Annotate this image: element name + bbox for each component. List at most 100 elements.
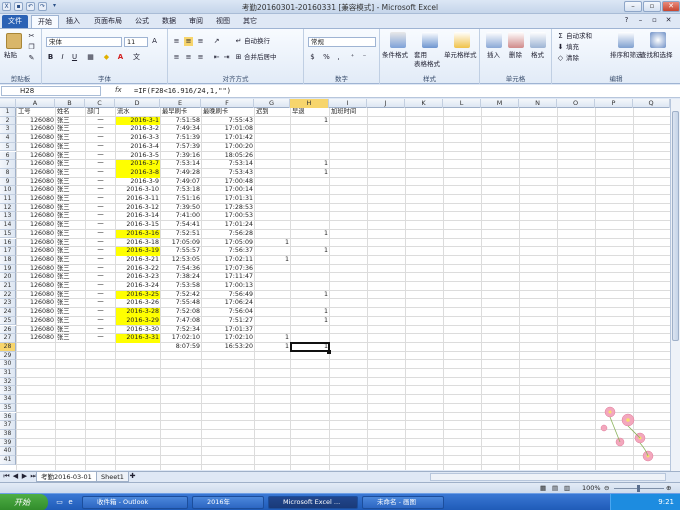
cell-e20[interactable]: 7:38:24 <box>161 273 201 282</box>
cell-b12[interactable]: 张三 <box>56 204 85 213</box>
wrap-text-icon[interactable]: ↵ <box>234 37 243 46</box>
cell-h16[interactable] <box>291 239 329 248</box>
cell-b5[interactable]: 张三 <box>56 143 85 152</box>
delete-cells-icon[interactable] <box>508 32 524 48</box>
cell-b17[interactable]: 张三 <box>56 247 85 256</box>
cell-b26[interactable]: 张三 <box>56 326 85 335</box>
vertical-scrollbar[interactable] <box>670 99 680 471</box>
cell-a16[interactable]: 126080 <box>17 239 55 248</box>
cell-f3[interactable]: 17:01:08 <box>202 125 254 134</box>
fill-handle[interactable] <box>327 349 331 354</box>
cell-a4[interactable]: 126080 <box>17 134 55 143</box>
cell-g27[interactable]: 1 <box>255 334 290 343</box>
first-sheet-icon[interactable]: ⏮ <box>2 472 11 481</box>
cell-d7[interactable]: 2016-3-7 <box>116 160 160 169</box>
cell-c27[interactable]: 一 <box>86 334 115 343</box>
cell-h17[interactable]: 1 <box>291 247 329 256</box>
new-sheet-icon[interactable]: ✚ <box>128 472 137 481</box>
font-name-field[interactable]: 宋体 <box>46 37 122 47</box>
clear-icon[interactable]: ◇ <box>556 54 565 63</box>
row-header[interactable]: 6 <box>0 151 16 161</box>
cell-g15[interactable] <box>255 230 290 239</box>
cell-d20[interactable]: 2016-3-23 <box>116 273 160 282</box>
cell-b4[interactable]: 张三 <box>56 134 85 143</box>
cell-b13[interactable]: 张三 <box>56 212 85 221</box>
insert-cells-icon[interactable] <box>486 32 502 48</box>
currency-icon[interactable]: $ <box>308 53 317 62</box>
cell-c19[interactable]: 一 <box>86 265 115 274</box>
cell-h10[interactable] <box>291 186 329 195</box>
row-header[interactable]: 36 <box>0 412 16 422</box>
row-header[interactable]: 27 <box>0 334 16 343</box>
cell-g24[interactable] <box>255 308 290 317</box>
percent-button[interactable]: % <box>322 53 331 62</box>
row-header[interactable]: 23 <box>0 299 16 309</box>
cell-f23[interactable]: 17:06:24 <box>202 299 254 308</box>
row-header[interactable]: 15 <box>0 229 16 239</box>
row-header[interactable]: 12 <box>0 203 16 213</box>
sheet-tab-attendance[interactable]: 考勤2016-03-01 <box>36 472 97 482</box>
cell-d12[interactable]: 2016-3-12 <box>116 204 160 213</box>
cell-a23[interactable]: 126080 <box>17 299 55 308</box>
tab-data[interactable]: 数据 <box>157 15 181 28</box>
cell-c26[interactable]: 一 <box>86 326 115 335</box>
cell-d10[interactable]: 2016-3-10 <box>116 186 160 195</box>
cell-d15[interactable]: 2016-3-16 <box>116 229 160 239</box>
cell-f15[interactable]: 7:56:28 <box>202 230 254 239</box>
cell-h26[interactable] <box>291 326 329 335</box>
tab-page-layout[interactable]: 页面布局 <box>88 15 128 28</box>
row-header[interactable]: 30 <box>0 360 16 369</box>
cell-e23[interactable]: 7:55:48 <box>161 299 201 308</box>
cell-a19[interactable]: 126080 <box>17 265 55 274</box>
cell-f13[interactable]: 17:00:53 <box>202 212 254 221</box>
row-header[interactable]: 32 <box>0 377 16 387</box>
cell-f7[interactable]: 7:53:14 <box>202 160 254 169</box>
cell-a12[interactable]: 126080 <box>17 204 55 213</box>
cell-d16[interactable]: 2016-3-18 <box>116 239 160 248</box>
row-header[interactable]: 31 <box>0 369 16 378</box>
cell-e22[interactable]: 7:52:42 <box>161 291 201 300</box>
cell-b10[interactable]: 张三 <box>56 186 85 195</box>
cell-a27[interactable]: 126080 <box>17 334 55 343</box>
cell-f9[interactable]: 17:00:48 <box>202 178 254 187</box>
cell-d23[interactable]: 2016-3-26 <box>116 299 160 308</box>
cell-d13[interactable]: 2016-3-14 <box>116 212 160 221</box>
cell-a21[interactable]: 126080 <box>17 282 55 291</box>
conditional-format-icon[interactable] <box>390 32 406 48</box>
row-header[interactable]: 10 <box>0 186 16 195</box>
cell-c22[interactable]: 一 <box>86 291 115 300</box>
cell-c7[interactable]: 一 <box>86 160 115 169</box>
bold-button[interactable]: B <box>46 53 55 62</box>
cell-b11[interactable]: 张三 <box>56 195 85 204</box>
cell-a22[interactable]: 126080 <box>17 291 55 300</box>
cell-a11[interactable]: 126080 <box>17 195 55 204</box>
row-header[interactable]: 20 <box>0 273 16 282</box>
cell-styles-icon[interactable] <box>454 32 470 48</box>
cell-h18[interactable] <box>291 256 329 265</box>
cell-a10[interactable]: 126080 <box>17 186 55 195</box>
row-header[interactable]: 14 <box>0 221 16 230</box>
cell-c20[interactable]: 一 <box>86 273 115 282</box>
cell-g17[interactable] <box>255 247 290 256</box>
cell-h9[interactable] <box>291 178 329 187</box>
align-top-icon[interactable]: ≡ <box>172 37 181 46</box>
cell-d1[interactable]: 流水 <box>116 108 160 117</box>
cell-a1[interactable]: 工号 <box>17 108 55 117</box>
task-outlook[interactable]: 收件箱 - Outlook <box>82 496 188 509</box>
row-header[interactable]: 1 <box>0 108 16 117</box>
autosum-button[interactable]: 自动求和 <box>566 32 592 41</box>
cell-e15[interactable]: 7:52:51 <box>161 230 201 239</box>
cell-f28[interactable]: 16:53:20 <box>202 343 254 352</box>
cell-e3[interactable]: 7:49:34 <box>161 125 201 134</box>
cell-g14[interactable] <box>255 221 290 230</box>
cell-g2[interactable] <box>255 117 290 126</box>
column-header-i[interactable]: I <box>329 99 367 108</box>
row-header[interactable]: 38 <box>0 429 16 439</box>
cell-d22[interactable]: 2016-3-25 <box>116 290 160 300</box>
cell-e19[interactable]: 7:54:36 <box>161 265 201 274</box>
column-header-h[interactable]: H <box>290 99 329 108</box>
fill-color-icon[interactable]: ◆ <box>102 53 111 62</box>
row-header[interactable]: 40 <box>0 447 16 456</box>
cell-g3[interactable] <box>255 125 290 134</box>
cell-a8[interactable]: 126080 <box>17 169 55 178</box>
